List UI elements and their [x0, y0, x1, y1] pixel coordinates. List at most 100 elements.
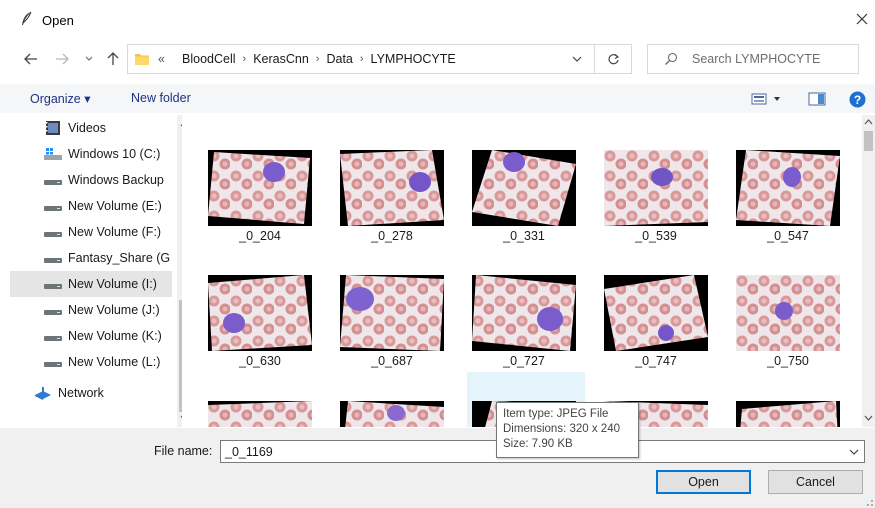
scroll-up-icon — [864, 119, 873, 125]
navigation-pane[interactable]: Videos Windows 10 (C:) Windows Backup Ne… — [10, 115, 182, 427]
videos-icon — [46, 121, 60, 135]
image-thumbnail — [208, 401, 312, 427]
forward-button[interactable] — [53, 50, 71, 68]
tooltip-dimensions: Dimensions: 320 x 240 — [503, 423, 620, 435]
drive-icon — [44, 362, 62, 367]
sidebar-item-label: Network — [58, 386, 104, 400]
image-thumbnail — [208, 275, 312, 351]
sidebar-item-new-volume-j[interactable]: New Volume (J:) — [10, 297, 172, 323]
file-name: _0_331 — [503, 229, 545, 243]
file-name: _0_278 — [371, 229, 413, 243]
sidebar-item-new-volume-k[interactable]: New Volume (K:) — [10, 323, 172, 349]
file-name-value: _0_1169 — [225, 444, 273, 459]
breadcrumb-separator[interactable]: › — [316, 53, 320, 65]
sidebar-item-new-volume-f[interactable]: New Volume (F:) — [10, 219, 172, 245]
open-button[interactable]: Open — [656, 470, 751, 494]
address-dropdown-button[interactable] — [560, 44, 594, 74]
tooltip-item-type: Item type: JPEG File — [503, 408, 609, 420]
address-bar[interactable]: « BloodCell › KerasCnn › Data › LYMPHOCY… — [127, 44, 594, 74]
recent-locations-button[interactable] — [80, 50, 98, 68]
sidebar-item-label: Fantasy_Share (G — [68, 251, 171, 265]
resize-grip-icon[interactable] — [862, 495, 874, 507]
up-button[interactable] — [104, 50, 122, 68]
feather-icon — [22, 11, 32, 25]
file-name: _0_630 — [239, 354, 281, 368]
drive-icon — [44, 232, 62, 237]
search-icon — [665, 52, 678, 65]
breadcrumb-separator — [172, 53, 175, 65]
dialog-footer: File name: _0_1169 Open Cancel — [0, 428, 875, 508]
file-list-scroll-thumb[interactable] — [864, 131, 873, 151]
breadcrumb-item-bloodcell[interactable]: BloodCell — [182, 52, 236, 66]
sidebar-item-fantasy-share[interactable]: Fantasy_Share (G — [10, 245, 172, 271]
search-box[interactable]: Search LYMPHOCYTE — [647, 44, 859, 74]
breadcrumb: « BloodCell › KerasCnn › Data › LYMPHOCY… — [158, 52, 456, 66]
drive-icon — [44, 284, 62, 289]
sidebar-item-videos[interactable]: Videos — [10, 115, 172, 141]
title-bar: Open — [0, 0, 875, 40]
drive-icon — [44, 180, 62, 185]
drive-icon — [44, 336, 62, 341]
file-name: _0_750 — [767, 354, 809, 368]
sidebar-item-label: New Volume (E:) — [68, 199, 162, 213]
file-name: _0_539 — [635, 229, 677, 243]
navigation-bar: « BloodCell › KerasCnn › Data › LYMPHOCY… — [0, 40, 875, 78]
sidebar-scrollbar[interactable] — [177, 115, 182, 427]
new-folder-button[interactable]: New folder — [131, 91, 191, 105]
breadcrumb-item-data[interactable]: Data — [326, 52, 352, 66]
image-thumbnail — [472, 275, 576, 351]
close-button[interactable] — [852, 9, 872, 29]
sidebar-scroll-thumb[interactable] — [179, 300, 182, 412]
command-toolbar: Organize ▾ New folder ? — [0, 84, 875, 113]
sidebar-item-new-volume-i[interactable]: New Volume (I:) — [10, 271, 172, 297]
breadcrumb-item-kerascnn[interactable]: KerasCnn — [253, 52, 309, 66]
refresh-button[interactable] — [594, 44, 632, 74]
breadcrumb-item-lymphocyte[interactable]: LYMPHOCYTE — [371, 52, 456, 66]
preview-pane-icon — [808, 92, 826, 106]
arrow-right-icon — [56, 53, 69, 65]
image-thumbnail — [736, 401, 840, 427]
file-list-scrollbar[interactable] — [862, 115, 875, 427]
cancel-button[interactable]: Cancel — [768, 470, 863, 494]
file-name: _0_747 — [635, 354, 677, 368]
breadcrumb-separator[interactable]: › — [243, 53, 247, 65]
chevron-down-icon[interactable] — [848, 445, 860, 459]
file-list[interactable]: _0_204 _0_278 _0_331 _0_539 _0_547 _0_63… — [190, 115, 870, 427]
sidebar-item-network[interactable]: Network — [10, 380, 172, 406]
sidebar-item-label: Windows Backup — [68, 173, 164, 187]
help-button[interactable]: ? — [847, 89, 867, 109]
search-input[interactable]: Search LYMPHOCYTE — [692, 52, 820, 66]
drive-icon — [44, 206, 62, 211]
breadcrumb-overflow[interactable]: « — [158, 52, 165, 66]
scroll-down-icon — [864, 415, 873, 421]
breadcrumb-separator[interactable]: › — [360, 53, 364, 65]
sidebar-item-new-volume-e[interactable]: New Volume (E:) — [10, 193, 172, 219]
back-button[interactable] — [22, 50, 40, 68]
image-thumbnail — [604, 150, 708, 226]
preview-pane-button[interactable] — [806, 89, 828, 109]
help-icon: ? — [849, 91, 865, 107]
arrow-left-icon — [24, 53, 37, 65]
scroll-down-icon — [180, 415, 182, 419]
image-thumbnail — [340, 150, 444, 226]
windows-drive-icon — [44, 148, 62, 160]
scroll-up-icon — [180, 123, 182, 127]
image-thumbnail — [736, 150, 840, 226]
window-title: Open — [42, 13, 74, 28]
sidebar-item-windows-10-c[interactable]: Windows 10 (C:) — [10, 141, 172, 167]
sidebar-item-windows-backup[interactable]: Windows Backup — [10, 167, 172, 193]
sidebar-item-new-volume-l[interactable]: New Volume (L:) — [10, 349, 172, 375]
organize-menu[interactable]: Organize ▾ — [30, 91, 90, 106]
image-thumbnail — [340, 275, 444, 351]
change-view-button[interactable] — [749, 89, 783, 109]
sidebar-item-label: New Volume (L:) — [68, 355, 161, 369]
network-icon — [35, 387, 51, 400]
file-name: _0_547 — [767, 229, 809, 243]
arrow-up-icon — [107, 52, 119, 65]
file-name: _0_727 — [503, 354, 545, 368]
file-info-tooltip: Item type: JPEG File Dimensions: 320 x 2… — [496, 402, 639, 458]
close-icon — [856, 13, 868, 25]
sidebar-item-label: Windows 10 (C:) — [68, 147, 161, 161]
view-icon — [751, 93, 780, 105]
sidebar-item-label: New Volume (F:) — [68, 225, 162, 239]
